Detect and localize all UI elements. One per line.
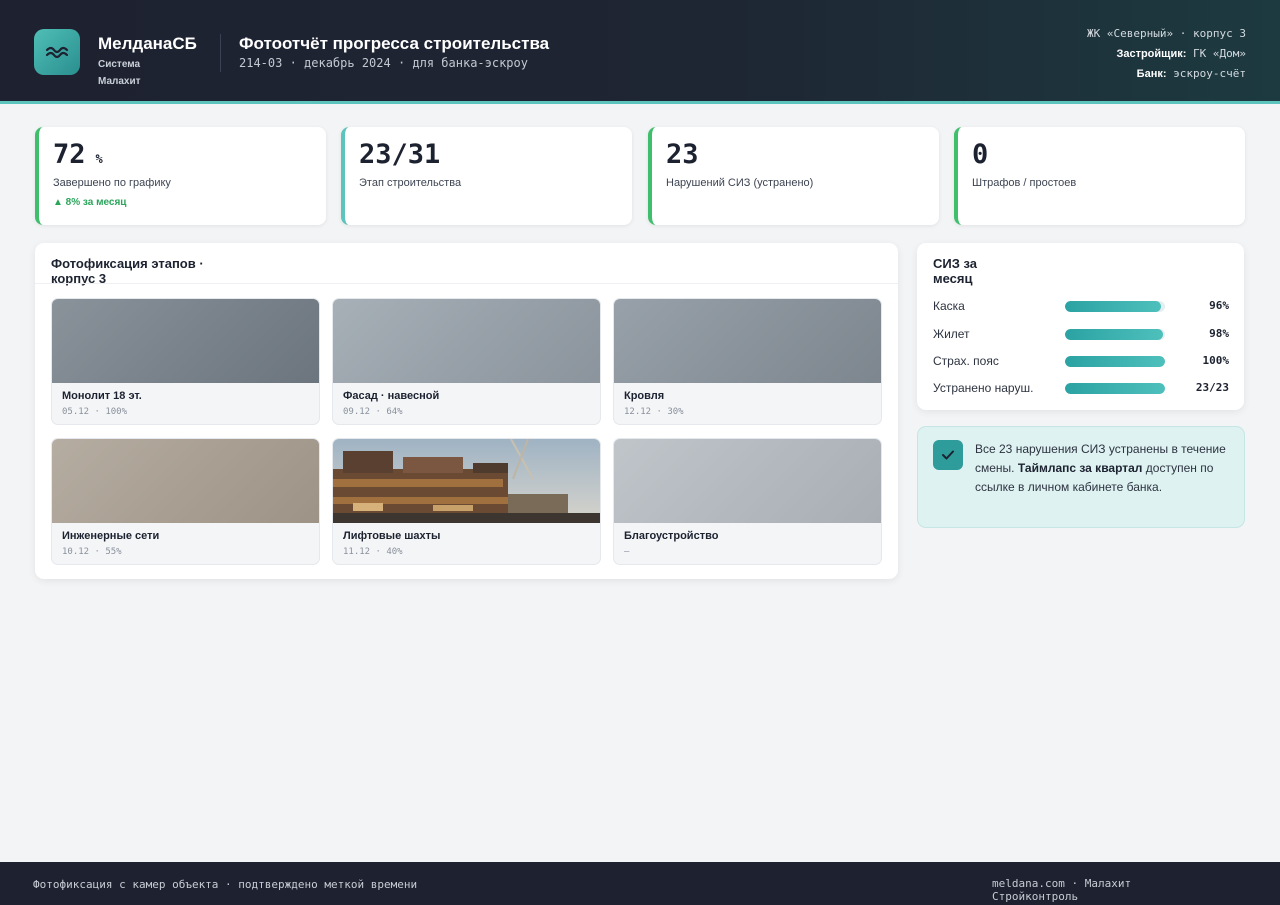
project-name: ЖК «Северный» · корпус 3: [1087, 27, 1246, 40]
kpi-label: Этап строительства: [359, 177, 462, 189]
siz-progress-bar: [1065, 356, 1165, 367]
kpi-label: Штрафов / простоев: [972, 177, 1077, 189]
siz-label: Жилет: [933, 327, 970, 341]
photo-thumbnail: [52, 439, 319, 523]
photo-thumbnail: [333, 299, 600, 383]
photo-card-roof[interactable]: Кровля 12.12 · 30%: [613, 298, 882, 425]
kpi-card-stage: 23/31 Этап строительства: [341, 127, 632, 225]
siz-row-resolved: Устранено наруш. 23/23: [933, 380, 1229, 396]
report-header: МелданаСБ Система Малахит Фотоотчёт прог…: [0, 0, 1280, 104]
check-icon: [933, 440, 963, 470]
siz-value: 100%: [1202, 354, 1230, 367]
photo-thumbnail: [333, 439, 600, 523]
siz-label: Устранено наруш.: [933, 381, 1034, 395]
page-title: Фотоотчёт прогресса строительства: [239, 34, 550, 53]
photo-caption: Инженерные сети: [62, 530, 160, 542]
photo-meta: 05.12 · 100%: [62, 407, 128, 417]
siz-value: 98%: [1209, 327, 1229, 340]
siz-progress-bar: [1065, 301, 1165, 312]
kpi-card-violations: 23 Нарушений СИЗ (устранено): [648, 127, 939, 225]
divider: [35, 283, 898, 284]
siz-row-helmet: Каска 96%: [933, 298, 1229, 314]
siz-progress-fill: [1065, 301, 1161, 312]
siz-progress-fill: [1065, 329, 1163, 340]
photo-meta: 10.12 · 55%: [62, 547, 122, 557]
developer-value: ГК «Дом»: [1193, 47, 1246, 60]
kpi-value: 72%: [53, 139, 326, 170]
photo-caption: Фасад · навесной: [343, 390, 440, 402]
kpi-value: 0: [972, 139, 989, 170]
photo-card-monolith[interactable]: Монолит 18 эт. 05.12 · 100%: [51, 298, 320, 425]
photo-meta: 09.12 · 64%: [343, 407, 403, 417]
photo-caption: Благоустройство: [624, 530, 719, 542]
bank-line: Банк: эскроу-счёт: [1046, 64, 1246, 84]
footer-note: Фотофиксация с камер объекта · подтвержд…: [33, 878, 418, 891]
siz-progress-fill: [1065, 356, 1165, 367]
siz-value: 96%: [1209, 299, 1229, 312]
note-text: Все 23 нарушения СИЗ устранены в течение…: [975, 440, 1233, 497]
kpi-card-fines: 0 Штрафов / простоев: [954, 127, 1245, 225]
bank-value: эскроу-счёт: [1173, 67, 1246, 80]
siz-panel: СИЗ за месяц Каска 96% Жилет 98% Страх. …: [917, 243, 1244, 410]
kpi-value: 23: [666, 139, 699, 170]
header-divider: [220, 34, 221, 72]
brand-subtitle: Система Малахит: [98, 59, 141, 87]
photo-thumbnail: [52, 299, 319, 383]
photo-card-engineering[interactable]: Инженерные сети 10.12 · 55%: [51, 438, 320, 565]
photo-card-landscaping[interactable]: Благоустройство —: [613, 438, 882, 565]
kpi-card-progress: 72% Завершено по графику ▲ 8% за месяц: [35, 127, 326, 225]
siz-label: Страх. пояс: [933, 354, 999, 368]
timelapse-link[interactable]: Таймлапс за квартал: [1018, 461, 1143, 475]
siz-progress-bar: [1065, 329, 1165, 340]
developer-line: Застройщик: ГК «Дом»: [1046, 44, 1246, 64]
photo-thumbnail: [614, 439, 881, 523]
page-subtitle: 214-03 · декабрь 2024 · для банка-эскроу: [239, 56, 528, 70]
photo-card-facade[interactable]: Фасад · навесной 09.12 · 64%: [332, 298, 601, 425]
photo-caption: Лифтовые шахты: [343, 530, 441, 542]
siz-row-vest: Жилет 98%: [933, 326, 1229, 342]
kpi-label: Нарушений СИЗ (устранено): [666, 177, 814, 189]
app-logo[interactable]: [34, 29, 80, 75]
developer-label: Застройщик:: [1116, 48, 1187, 60]
bank-label: Банк:: [1136, 68, 1167, 80]
photo-thumbnail: [614, 299, 881, 383]
page-footer: Фотофиксация с камер объекта · подтвержд…: [0, 862, 1280, 905]
kpi-label: Завершено по графику: [53, 177, 171, 189]
siz-label: Каска: [933, 299, 965, 313]
project-info: ЖК «Северный» · корпус 3 Застройщик: ГК …: [1046, 24, 1246, 84]
siz-progress-bar: [1065, 383, 1165, 394]
panel-title: Фотофиксация этапов · корпус 3: [51, 256, 204, 286]
photo-caption: Монолит 18 эт.: [62, 390, 142, 402]
siz-row-harness: Страх. пояс 100%: [933, 353, 1229, 369]
photo-card-elevators[interactable]: Лифтовые шахты 11.12 · 40%: [332, 438, 601, 565]
kpi-value: 23/31: [359, 139, 441, 170]
footer-credit: meldana.com · Малахит Стройконтроль: [992, 877, 1132, 903]
info-note: Все 23 нарушения СИЗ устранены в течение…: [917, 426, 1245, 528]
photo-meta: 12.12 · 30%: [624, 407, 684, 417]
siz-progress-fill: [1065, 383, 1165, 394]
waves-icon: [45, 46, 69, 59]
kpi-delta: ▲ 8% за месяц: [53, 197, 127, 208]
panel-title: СИЗ за месяц: [933, 256, 978, 286]
kpi-unit: %: [95, 152, 103, 166]
photo-meta: 11.12 · 40%: [343, 547, 403, 557]
siz-value: 23/23: [1195, 381, 1229, 394]
photo-panel: Фотофиксация этапов · корпус 3 Монолит 1…: [35, 243, 898, 579]
kpi-number: 72: [53, 139, 86, 170]
brand-name: МелданаСБ: [98, 34, 197, 53]
photo-meta: —: [624, 547, 630, 557]
photo-caption: Кровля: [624, 390, 665, 402]
